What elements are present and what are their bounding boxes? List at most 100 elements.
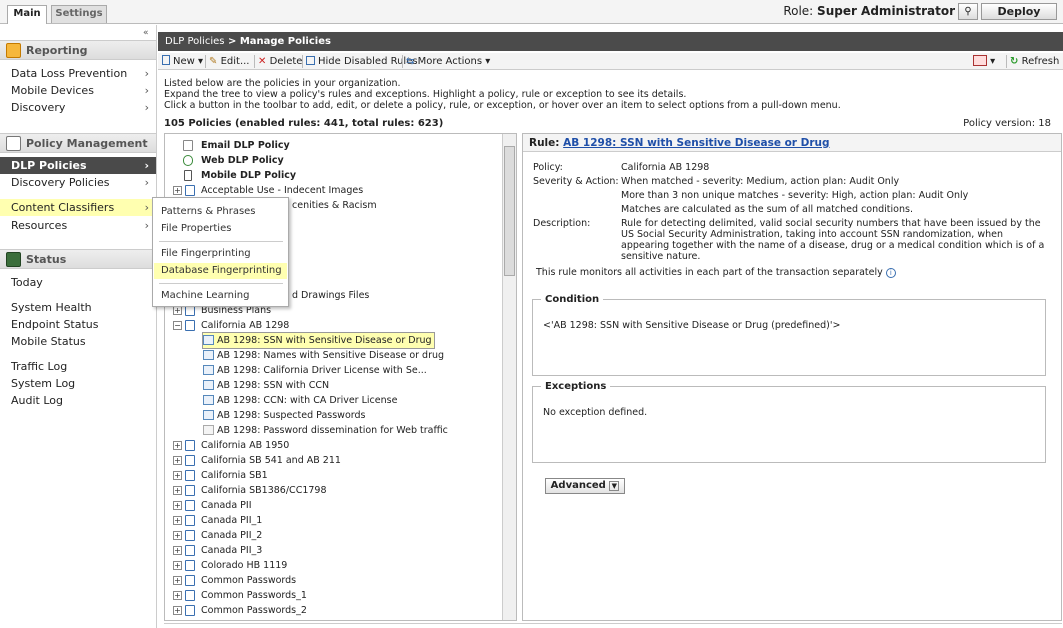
rule-name-link[interactable]: AB 1298: SSN with Sensitive Disease or D… bbox=[563, 137, 829, 149]
tree-item-policy[interactable]: + Common Passwords_1 bbox=[173, 588, 307, 603]
nav-dlp-policies[interactable]: DLP Policies › bbox=[0, 157, 156, 174]
tree-rule-password-web[interactable]: AB 1298: Password dissemination for Web … bbox=[203, 423, 448, 438]
expand-icon[interactable]: + bbox=[173, 306, 182, 315]
expand-icon[interactable]: + bbox=[173, 501, 182, 510]
expand-icon[interactable]: + bbox=[173, 591, 182, 600]
hide-disabled-rules-button[interactable]: Hide Disabled Rules bbox=[306, 54, 418, 69]
chevron-right-icon: › bbox=[144, 159, 149, 172]
tree-item-california-ab1298[interactable]: − California AB 1298 bbox=[173, 318, 289, 333]
tab-settings[interactable]: Settings bbox=[51, 5, 107, 23]
breadcrumb-separator: > bbox=[224, 36, 240, 47]
tree-item-policy[interactable]: + California AB 1950 bbox=[173, 438, 289, 453]
expand-icon[interactable]: + bbox=[173, 471, 182, 480]
info-icon[interactable]: i bbox=[885, 268, 896, 278]
nav-resources[interactable]: Resources › bbox=[0, 217, 156, 234]
policy-icon bbox=[185, 455, 195, 466]
nav-audit-log[interactable]: Audit Log bbox=[0, 392, 156, 409]
tree-item-policy[interactable]: + Canada PII_2 bbox=[173, 528, 262, 543]
tree-rule-names-disease[interactable]: AB 1298: Names with Sensitive Disease or… bbox=[203, 348, 444, 363]
rule-icon bbox=[203, 380, 214, 390]
tree-item-policy[interactable]: + Canada PII_1 bbox=[173, 513, 262, 528]
monitor-text: This rule monitors all activities in eac… bbox=[536, 267, 896, 278]
deploy-button[interactable]: Deploy bbox=[981, 3, 1057, 20]
export-pdf-button[interactable]: ▾ bbox=[973, 54, 995, 69]
tree-item-email-dlp[interactable]: Email DLP Policy bbox=[183, 138, 290, 153]
tree-item-policy[interactable]: + Common Passwords_2 bbox=[173, 603, 307, 618]
policy-icon bbox=[185, 485, 195, 496]
tree-item-policy[interactable]: + California SB1386/CC1798 bbox=[173, 483, 327, 498]
advanced-button[interactable]: Advanced ▼ bbox=[545, 478, 625, 494]
tab-main[interactable]: Main bbox=[7, 5, 47, 24]
email-policy-icon bbox=[183, 140, 193, 151]
expand-icon[interactable]: + bbox=[173, 456, 182, 465]
tree-item-policy[interactable]: + Colorado HB 1119 bbox=[173, 558, 287, 573]
expand-icon[interactable]: + bbox=[173, 516, 182, 525]
rule-icon bbox=[203, 395, 214, 405]
nav-data-loss-prevention[interactable]: Data Loss Prevention › bbox=[0, 65, 156, 82]
tree-item-obscenities-partial[interactable]: cenities & Racism bbox=[292, 198, 377, 213]
tree-rule-ssn-disease[interactable]: AB 1298: SSN with Sensitive Disease or D… bbox=[202, 332, 435, 349]
nav-system-log[interactable]: System Log bbox=[0, 375, 156, 392]
tree-rule-passwords[interactable]: AB 1298: Suspected Passwords bbox=[203, 408, 365, 423]
nav-mobile-devices[interactable]: Mobile Devices › bbox=[0, 82, 156, 99]
nav-traffic-log[interactable]: Traffic Log bbox=[0, 358, 156, 375]
tree-item-acceptable-use[interactable]: + Acceptable Use - Indecent Images bbox=[173, 183, 363, 198]
tree-rule-driver-license[interactable]: AB 1298: California Driver License with … bbox=[203, 363, 427, 378]
scrollbar-thumb[interactable] bbox=[504, 146, 515, 276]
nav-discovery[interactable]: Discovery › bbox=[0, 99, 156, 116]
tree-item-policy[interactable]: + Common Passwords bbox=[173, 573, 296, 588]
rule-icon bbox=[203, 350, 214, 360]
tree-rule-ssn-ccn[interactable]: AB 1298: SSN with CCN bbox=[203, 378, 329, 393]
edit-button[interactable]: ✎ Edit... bbox=[209, 54, 249, 69]
nav-today[interactable]: Today bbox=[0, 274, 156, 291]
tree-scrollbar[interactable] bbox=[502, 134, 516, 620]
menu-patterns-phrases[interactable]: Patterns & Phrases bbox=[154, 204, 287, 220]
expand-icon[interactable]: + bbox=[173, 441, 182, 450]
rule-icon bbox=[203, 365, 214, 375]
expand-icon[interactable]: + bbox=[173, 561, 182, 570]
expand-icon[interactable]: + bbox=[173, 531, 182, 540]
delete-button[interactable]: ✕ Delete bbox=[258, 54, 302, 69]
policy-icon bbox=[185, 605, 195, 616]
chevron-right-icon: › bbox=[144, 201, 149, 214]
toolbar: New ▾ ✎ Edit... ✕ Delete Hide Disabled R… bbox=[158, 53, 1063, 70]
menu-database-fingerprinting[interactable]: Database Fingerprinting bbox=[154, 263, 287, 279]
menu-file-fingerprinting[interactable]: File Fingerprinting bbox=[154, 246, 287, 262]
switch-role-icon[interactable]: ⚲ bbox=[958, 3, 978, 20]
policy-icon bbox=[185, 500, 195, 511]
menu-divider bbox=[159, 241, 283, 242]
tree-item-policy[interactable]: + Canada PII_3 bbox=[173, 543, 262, 558]
expand-icon[interactable]: + bbox=[173, 606, 182, 615]
rule-icon bbox=[203, 410, 214, 420]
menu-machine-learning[interactable]: Machine Learning bbox=[154, 288, 287, 304]
new-button[interactable]: New ▾ bbox=[162, 54, 203, 69]
expand-icon[interactable]: + bbox=[173, 546, 182, 555]
web-policy-icon bbox=[183, 155, 193, 166]
tree-item-policy[interactable]: + Canada PII bbox=[173, 498, 252, 513]
nav-content-classifiers[interactable]: Content Classifiers › bbox=[0, 199, 156, 216]
refresh-icon: ↻ bbox=[1010, 56, 1019, 67]
collapse-icon[interactable]: − bbox=[173, 321, 182, 330]
tree-item-policy[interactable]: + California SB 541 and AB 211 bbox=[173, 453, 341, 468]
section-title: Status bbox=[26, 253, 67, 266]
rule-icon bbox=[203, 335, 214, 345]
breadcrumb-parent[interactable]: DLP Policies bbox=[165, 36, 224, 47]
collapse-sidebar-icon[interactable]: « bbox=[143, 28, 149, 38]
tree-item-policy[interactable]: + California SB1 bbox=[173, 468, 268, 483]
chevron-right-icon: › bbox=[144, 176, 149, 189]
tree-item-mobile-dlp[interactable]: Mobile DLP Policy bbox=[183, 168, 296, 183]
tree-item-drawings-partial[interactable]: d Drawings Files bbox=[292, 288, 369, 303]
tree-rule-ccn-driver[interactable]: AB 1298: CCN: with CA Driver License bbox=[203, 393, 397, 408]
nav-mobile-status[interactable]: Mobile Status bbox=[0, 333, 156, 350]
nav-system-health[interactable]: System Health bbox=[0, 299, 156, 316]
more-actions-button[interactable]: ⇆ More Actions ▾ bbox=[406, 54, 490, 69]
expand-icon[interactable]: + bbox=[173, 576, 182, 585]
refresh-button[interactable]: ↻ Refresh bbox=[1010, 54, 1059, 69]
expand-icon[interactable]: + bbox=[173, 486, 182, 495]
tree-item-web-dlp[interactable]: Web DLP Policy bbox=[183, 153, 284, 168]
expand-icon[interactable]: + bbox=[173, 186, 182, 195]
pencil-icon: ✎ bbox=[209, 56, 218, 67]
menu-file-properties[interactable]: File Properties bbox=[154, 221, 287, 237]
nav-discovery-policies[interactable]: Discovery Policies › bbox=[0, 174, 156, 191]
nav-endpoint-status[interactable]: Endpoint Status bbox=[0, 316, 156, 333]
